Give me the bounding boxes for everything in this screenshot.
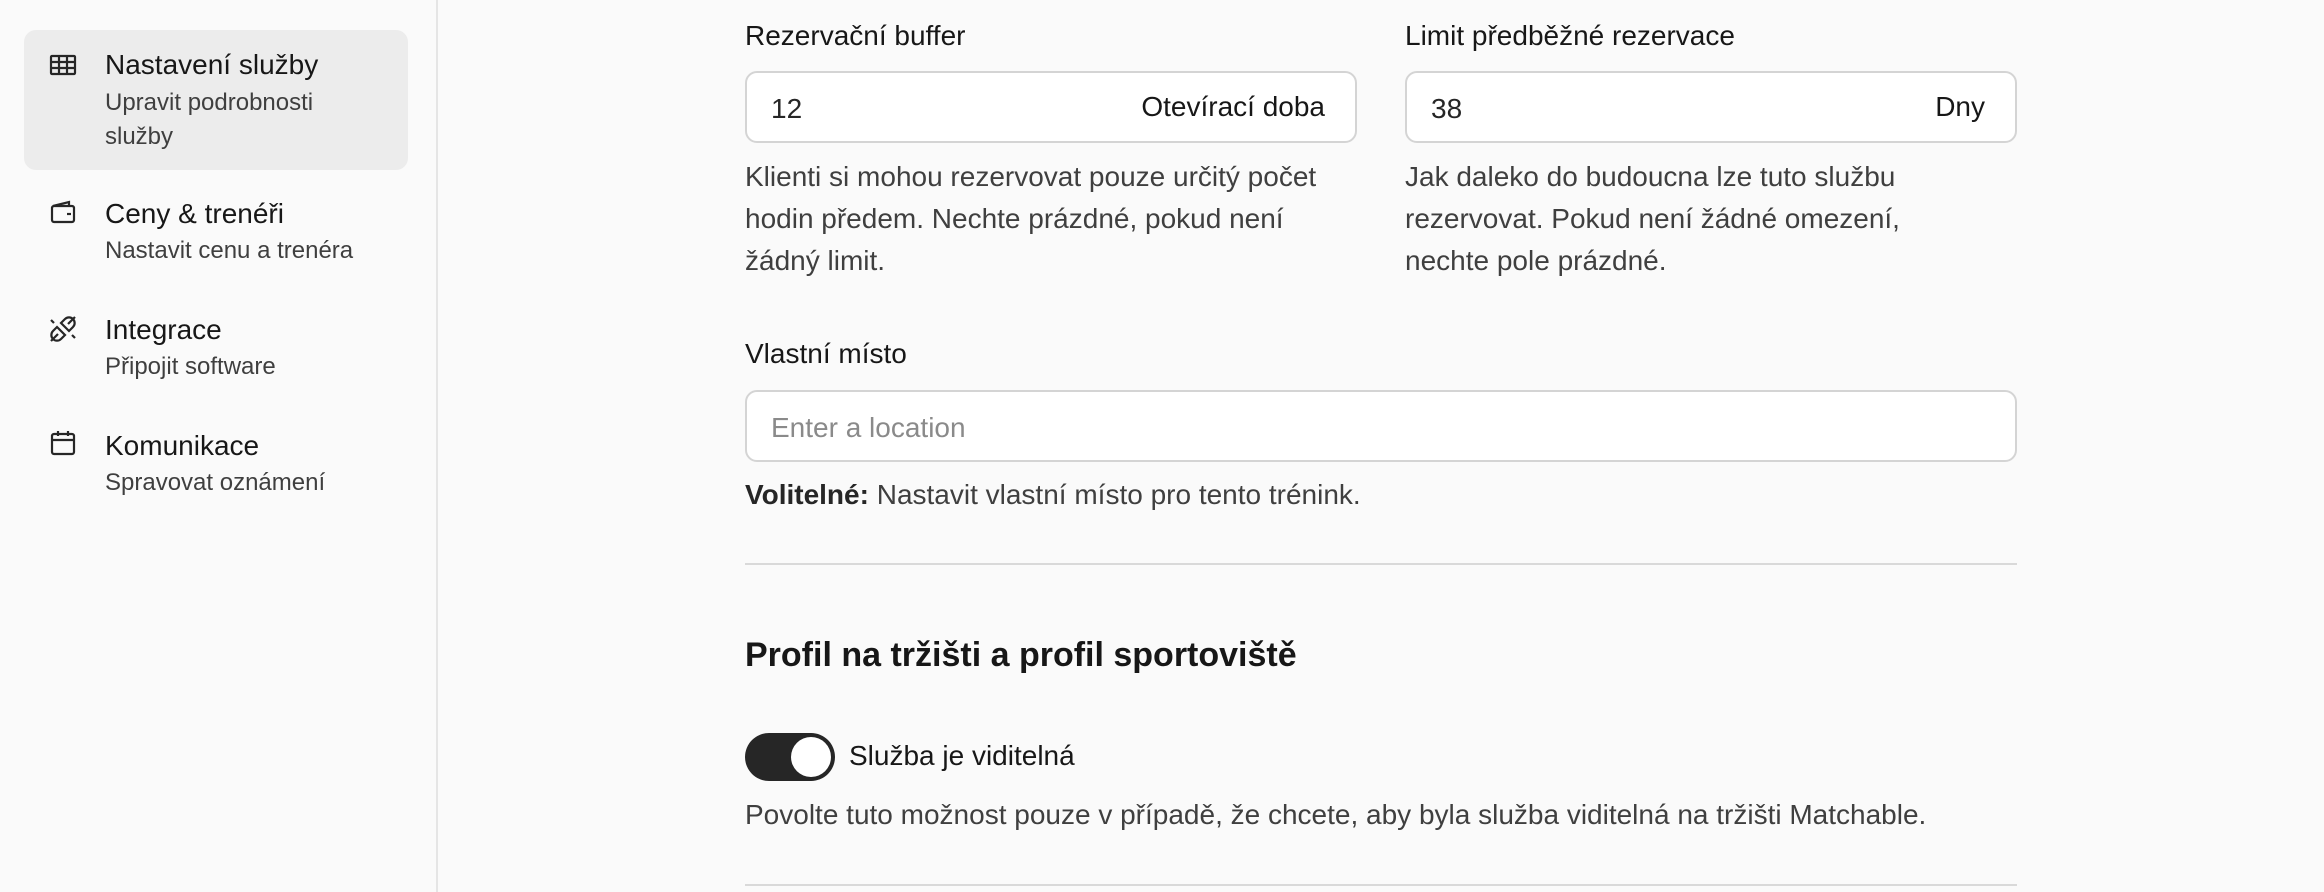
sidebar-item-service-settings[interactable]: Nastavení služby Upravit podrobnosti slu…	[24, 30, 408, 170]
marketplace-section-title: Profil na tržišti a profil sportoviště	[745, 636, 1297, 674]
main-content: Rezervační buffer 12 Otevírací doba Klie…	[440, 0, 2324, 892]
sidebar-item-communication[interactable]: Komunikace Spravovat oznámení	[24, 416, 408, 516]
custom-location-help-text: Nastavit vlastní místo pro tento trénink…	[868, 479, 1361, 510]
advance-limit-label: Limit předběžné rezervace	[1405, 20, 1735, 51]
sidebar-item-subtitle: Připojit software	[105, 353, 276, 380]
sidebar-item-title: Nastavení služby	[105, 49, 319, 80]
booking-buffer-help: Klienti si mohou rezervovat pouze určitý…	[745, 161, 1317, 276]
booking-buffer-unit: Otevírací doba	[1141, 91, 1325, 122]
wallet-icon	[48, 198, 78, 228]
sidebar-item-subtitle: Upravit podrobnosti služby	[105, 89, 314, 150]
app-root: Nastavení služby Upravit podrobnosti slu…	[0, 0, 2324, 892]
booking-buffer-label: Rezervační buffer	[745, 20, 966, 51]
calendar-icon	[48, 428, 78, 458]
advance-limit-unit: Dny	[1935, 91, 1985, 122]
custom-location-label: Vlastní místo	[745, 338, 907, 369]
booking-buffer-value: 12	[771, 93, 803, 124]
custom-location-placeholder: Enter a location	[771, 412, 966, 443]
sidebar-item-subtitle: Spravovat oznámení	[105, 469, 326, 496]
visibility-toggle[interactable]	[745, 733, 835, 781]
plug-disconnected-icon	[48, 314, 78, 344]
sidebar: Nastavení služby Upravit podrobnosti slu…	[0, 0, 438, 892]
sidebar-item-prices-trainers[interactable]: Ceny & trenéři Nastavit cenu a trenéra	[24, 184, 408, 284]
booking-buffer-input[interactable]: 12 Otevírací doba	[745, 71, 1357, 143]
advance-limit-input[interactable]: 38 Dny	[1405, 71, 2017, 143]
sidebar-item-subtitle: Nastavit cenu a trenéra	[105, 237, 354, 264]
visibility-help: Povolte tuto možnost pouze v případě, že…	[745, 799, 1927, 830]
section-divider-bottom	[745, 884, 2017, 886]
custom-location-help-strong: Volitelné:	[745, 479, 869, 510]
table-icon	[48, 50, 78, 80]
sidebar-item-title: Komunikace	[105, 430, 260, 461]
sidebar-item-title: Ceny & trenéři	[105, 198, 284, 229]
advance-limit-help: Jak daleko do budoucna lze tuto službu r…	[1405, 161, 1900, 276]
custom-location-help: Volitelné: Nastavit vlastní místo pro te…	[745, 474, 2017, 516]
visibility-toggle-label: Služba je viditelná	[849, 740, 1075, 771]
sidebar-item-integrations[interactable]: Integrace Připojit software	[24, 300, 408, 400]
custom-location-input[interactable]: Enter a location	[745, 390, 2017, 462]
toggle-knob	[791, 737, 831, 777]
sidebar-item-title: Integrace	[105, 314, 222, 345]
section-divider	[745, 563, 2017, 565]
advance-limit-value: 38	[1431, 93, 1463, 124]
